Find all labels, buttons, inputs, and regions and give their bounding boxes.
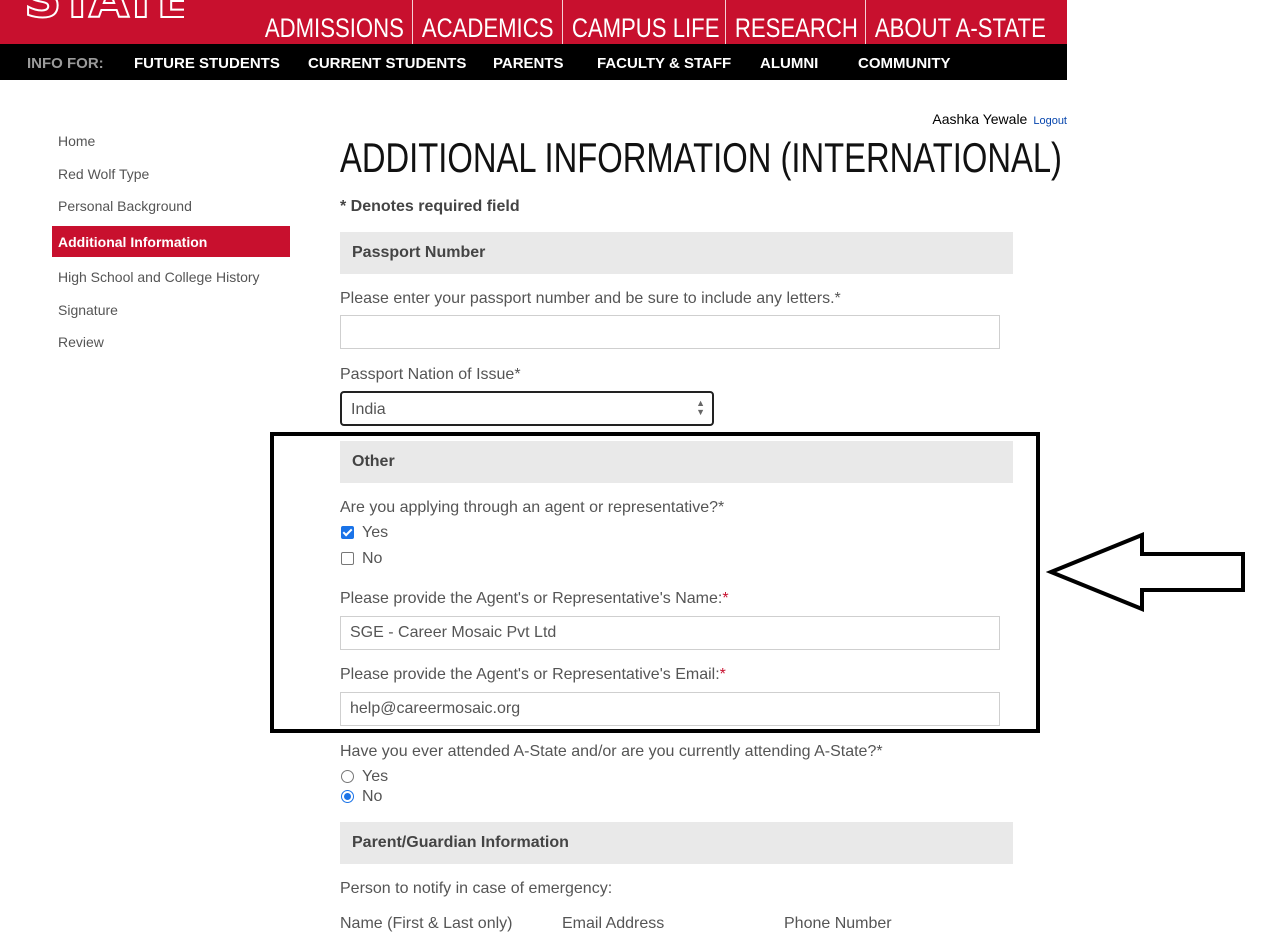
agent-email-label: Please provide the Agent's or Representa… [340, 666, 726, 684]
required-star: * [722, 590, 729, 607]
top-navigation-bar: STATE ADMISSIONS ACADEMICS CAMPUS LIFE R… [0, 0, 1067, 44]
section-title: Parent/Guardian Information [352, 834, 569, 851]
passport-number-input[interactable] [340, 315, 1000, 349]
column-header-phone: Phone Number [784, 915, 892, 932]
page-title: ADDITIONAL INFORMATION (INTERNATIONAL) [340, 134, 1062, 181]
section-header-passport: Passport Number [340, 232, 1013, 274]
required-star: * [719, 666, 726, 683]
sidebar-item-red-wolf-type[interactable]: Red Wolf Type [58, 166, 149, 182]
passport-nation-value: India [351, 401, 386, 418]
sidebar-item-personal-background[interactable]: Personal Background [58, 198, 192, 214]
agent-name-label: Please provide the Agent's or Representa… [340, 590, 729, 608]
info-link-community[interactable]: COMMUNITY [858, 55, 951, 72]
info-link-current-students[interactable]: CURRENT STUDENTS [308, 55, 466, 72]
agent-no-checkbox[interactable] [341, 552, 354, 565]
logout-link[interactable]: Logout [1033, 115, 1067, 127]
column-header-name: Name (First & Last only) [340, 915, 513, 932]
user-name: Aashka Yewale [932, 111, 1028, 127]
info-link-faculty-staff[interactable]: FACULTY & STAFF [597, 55, 731, 72]
required-field-note: * Denotes required field [340, 198, 520, 215]
sidebar-item-additional-information[interactable]: Additional Information [52, 226, 290, 257]
attended-yes-label: Yes [362, 768, 389, 785]
agent-yes-label: Yes [362, 524, 389, 541]
nav-divider [725, 0, 726, 44]
agent-question-label: Are you applying through an agent or rep… [340, 499, 725, 516]
agent-email-label-text: Please provide the Agent's or Representa… [340, 666, 720, 683]
section-title: Other [352, 453, 395, 470]
info-link-alumni[interactable]: ALUMNI [760, 55, 818, 72]
section-title: Passport Number [352, 244, 486, 261]
logo-text: STATE [24, 0, 184, 30]
nav-divider [412, 0, 413, 44]
select-arrows-icon: ▲ ▼ [696, 398, 705, 417]
agent-name-label-text: Please provide the Agent's or Representa… [340, 590, 723, 607]
section-header-other: Other [340, 441, 1013, 483]
info-for-label: INFO FOR: [27, 55, 104, 72]
nav-academics-label: ACADEMICS [421, 13, 554, 43]
attended-no-label: No [362, 788, 383, 805]
info-for-bar: INFO FOR: FUTURE STUDENTS CURRENT STUDEN… [0, 44, 1067, 80]
nav-divider [865, 0, 866, 44]
attended-yes-radio[interactable] [341, 770, 354, 783]
sidebar-item-label: Additional Information [58, 234, 208, 250]
section-header-parent-guardian: Parent/Guardian Information [340, 822, 1013, 864]
column-header-email: Email Address [562, 915, 665, 932]
agent-email-input[interactable] [340, 692, 1000, 726]
a-state-logo[interactable]: STATE [24, 0, 184, 30]
sidebar-item-home[interactable]: Home [58, 133, 95, 149]
attended-question-label: Have you ever attended A-State and/or ar… [340, 743, 883, 760]
agent-no-label: No [362, 550, 383, 567]
nav-admissions-label: ADMISSIONS [264, 13, 404, 43]
nav-divider [562, 0, 563, 44]
attended-no-radio[interactable] [341, 790, 354, 803]
sidebar-item-signature[interactable]: Signature [58, 302, 118, 318]
nav-about-label: ABOUT A-STATE [874, 13, 1046, 43]
nav-campus-life-label: CAMPUS LIFE [571, 13, 720, 43]
sidebar-item-high-school-college-history[interactable]: High School and College History [58, 269, 260, 285]
passport-nation-select[interactable]: India ▲ ▼ [340, 391, 714, 426]
info-link-future-students[interactable]: FUTURE STUDENTS [134, 55, 280, 72]
user-info: Aashka Yewale Logout [932, 111, 1067, 127]
agent-name-input[interactable] [340, 616, 1000, 650]
info-link-parents[interactable]: PARENTS [493, 55, 564, 72]
sidebar-item-review[interactable]: Review [58, 334, 104, 350]
agent-yes-checkbox[interactable] [341, 526, 354, 539]
passport-number-label: Please enter your passport number and be… [340, 290, 841, 307]
nav-research-label: RESEARCH [734, 13, 858, 43]
emergency-contact-label: Person to notify in case of emergency: [340, 880, 613, 897]
passport-nation-label: Passport Nation of Issue* [340, 366, 521, 383]
left-arrow-annotation-icon [1046, 532, 1245, 612]
